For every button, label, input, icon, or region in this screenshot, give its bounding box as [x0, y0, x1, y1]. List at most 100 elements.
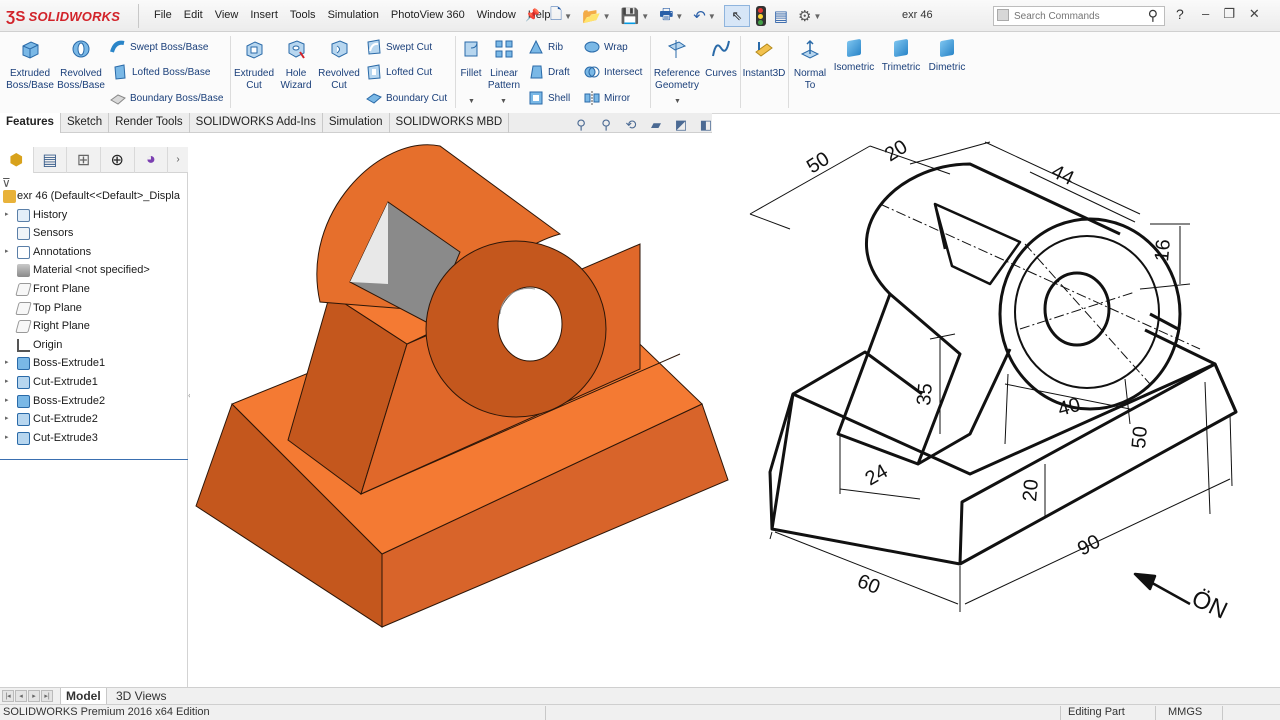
- tree-item-front-plane[interactable]: Front Plane: [0, 280, 188, 299]
- tree-root-part[interactable]: exr 46 (Default<<Default>_Displa: [0, 187, 188, 206]
- tree-item-boss-extrude1[interactable]: ▸ Boss-Extrude1: [0, 354, 188, 373]
- view-orientation-icon[interactable]: ◩: [672, 116, 690, 134]
- trimetric-button[interactable]: Trimetric: [879, 38, 923, 74]
- menu-photoview[interactable]: PhotoView 360: [385, 9, 471, 21]
- tree-item-sensors[interactable]: Sensors: [0, 224, 188, 243]
- intersect-button[interactable]: Intersect: [584, 63, 642, 81]
- solidworks-logo[interactable]: ƷS SOLIDWORKS: [6, 5, 120, 27]
- menu-edit[interactable]: Edit: [178, 9, 209, 21]
- tree-item-history[interactable]: ▸ History: [0, 206, 188, 225]
- revolved-cut-button[interactable]: Revolved Cut: [316, 38, 362, 92]
- tree-item-annotations[interactable]: ▸ Annotations: [0, 243, 188, 262]
- zoom-to-fit-icon[interactable]: ⚲: [572, 116, 590, 134]
- extruded-cut-button[interactable]: Extruded Cut: [232, 38, 276, 92]
- prev-tab-icon[interactable]: ◂: [15, 690, 27, 702]
- mirror-button[interactable]: Mirror: [584, 89, 630, 107]
- menu-tools[interactable]: Tools: [284, 9, 322, 21]
- tab-render-tools[interactable]: Render Tools: [109, 113, 190, 133]
- tree-item-top-plane[interactable]: Top Plane: [0, 299, 188, 318]
- pin-icon[interactable]: 📌: [525, 8, 540, 22]
- zoom-to-area-icon[interactable]: ⚲: [597, 116, 615, 134]
- property-manager-tab[interactable]: ▤: [34, 147, 68, 173]
- reference-geometry-dropdown-icon[interactable]: ▼: [674, 98, 681, 105]
- tree-item-cut-extrude2[interactable]: ▸ Cut-Extrude2: [0, 410, 188, 429]
- tab-sketch[interactable]: Sketch: [61, 113, 110, 133]
- more-tabs-icon[interactable]: ›: [168, 147, 188, 172]
- select-button[interactable]: ⇖: [723, 5, 750, 27]
- open-button[interactable]: 📂 ▼: [580, 5, 613, 27]
- wrap-button[interactable]: Wrap: [584, 38, 628, 56]
- menu-simulation[interactable]: Simulation: [322, 9, 385, 21]
- fillet-button[interactable]: Fillet: [456, 38, 486, 80]
- rib-button[interactable]: Rib: [528, 38, 563, 56]
- save-button[interactable]: 💾 ▼: [619, 5, 652, 27]
- undo-button[interactable]: ↶ ▼: [691, 5, 718, 27]
- tree-item-right-plane[interactable]: Right Plane: [0, 317, 188, 336]
- close-icon[interactable]: ✕: [1249, 6, 1260, 22]
- rollback-bar[interactable]: [0, 459, 188, 460]
- configuration-manager-tab[interactable]: ⊞: [67, 147, 101, 173]
- section-view-icon[interactable]: ▰: [647, 116, 665, 134]
- tab-simulation[interactable]: Simulation: [323, 113, 390, 133]
- extruded-boss-button[interactable]: Extruded Boss/Base: [6, 38, 54, 92]
- next-tab-icon[interactable]: ▸: [28, 690, 40, 702]
- expand-icon[interactable]: ▸: [5, 373, 9, 392]
- curves-button[interactable]: Curves: [704, 38, 738, 80]
- tab-3d-views[interactable]: 3D Views: [111, 688, 171, 705]
- search-input[interactable]: [1014, 9, 1130, 23]
- previous-view-icon[interactable]: ⟲: [622, 116, 640, 134]
- tab-features[interactable]: Features: [0, 113, 61, 133]
- graphics-area[interactable]: 50 20 44 16 35 40 50 20 24 60 90 ÖN: [190, 134, 1280, 687]
- revolved-boss-button[interactable]: Revolved Boss/Base: [56, 38, 106, 92]
- file-properties-button[interactable]: ▤: [772, 5, 790, 27]
- isometric-button[interactable]: Isometric: [832, 38, 876, 74]
- expand-icon[interactable]: ▸: [5, 206, 9, 225]
- last-tab-icon[interactable]: ▸|: [41, 690, 53, 702]
- tree-item-cut-extrude3[interactable]: ▸ Cut-Extrude3: [0, 429, 188, 448]
- first-tab-icon[interactable]: |◂: [2, 690, 14, 702]
- dimxpert-manager-tab[interactable]: ⊕: [101, 147, 135, 173]
- swept-boss-button[interactable]: Swept Boss/Base: [110, 38, 208, 56]
- expand-icon[interactable]: ▸: [5, 392, 9, 411]
- tab-model[interactable]: Model: [60, 688, 107, 705]
- tab-mbd[interactable]: SOLIDWORKS MBD: [390, 113, 510, 133]
- draft-button[interactable]: Draft: [528, 63, 570, 81]
- minimize-icon[interactable]: –: [1202, 6, 1209, 22]
- reference-geometry-button[interactable]: Reference Geometry: [652, 38, 702, 92]
- expand-icon[interactable]: ▸: [5, 354, 9, 373]
- expand-icon[interactable]: ▸: [5, 243, 9, 262]
- expand-icon[interactable]: ▸: [5, 429, 9, 448]
- tree-item-origin[interactable]: Origin: [0, 336, 188, 355]
- restore-icon[interactable]: ❐: [1223, 6, 1235, 22]
- menu-view[interactable]: View: [209, 9, 245, 21]
- tab-addins[interactable]: SOLIDWORKS Add-Ins: [190, 113, 323, 133]
- boundary-boss-button[interactable]: Boundary Boss/Base: [110, 89, 223, 107]
- shaded-part-model[interactable]: [195, 144, 729, 628]
- new-document-button[interactable]: 🗋 ▼: [548, 5, 574, 27]
- menu-insert[interactable]: Insert: [244, 9, 284, 21]
- rebuild-traffic-light-icon[interactable]: [755, 6, 766, 26]
- display-style-icon[interactable]: ◧: [697, 116, 715, 134]
- linear-pattern-button[interactable]: Linear Pattern: [486, 38, 522, 92]
- lofted-boss-button[interactable]: Lofted Boss/Base: [112, 63, 210, 81]
- swept-cut-button[interactable]: Swept Cut: [366, 38, 432, 56]
- search-box[interactable]: ⚲: [993, 6, 1165, 26]
- hole-wizard-button[interactable]: Hole Wizard: [276, 38, 316, 92]
- display-manager-tab[interactable]: ◕: [135, 147, 169, 173]
- instant3d-button[interactable]: Instant3D: [742, 38, 786, 80]
- feature-manager-tab[interactable]: ⬢: [0, 147, 34, 173]
- tree-item-material[interactable]: Material <not specified>: [0, 261, 188, 280]
- tree-item-cut-extrude1[interactable]: ▸ Cut-Extrude1: [0, 373, 188, 392]
- boundary-cut-button[interactable]: Boundary Cut: [366, 89, 447, 107]
- print-button[interactable]: 🖶 ▼: [657, 5, 685, 27]
- dimetric-button[interactable]: Dimetric: [925, 38, 969, 74]
- normal-to-button[interactable]: Normal To: [790, 38, 830, 92]
- fillet-dropdown-icon[interactable]: ▼: [468, 98, 475, 105]
- search-icon[interactable]: ⚲: [1148, 7, 1158, 24]
- menu-window[interactable]: Window: [471, 9, 522, 21]
- lofted-cut-button[interactable]: Lofted Cut: [366, 63, 432, 81]
- tree-item-boss-extrude2[interactable]: ▸ Boss-Extrude2: [0, 392, 188, 411]
- shell-button[interactable]: Shell: [528, 89, 570, 107]
- options-button[interactable]: ⚙ ▼: [796, 5, 823, 27]
- pattern-dropdown-icon[interactable]: ▼: [500, 98, 507, 105]
